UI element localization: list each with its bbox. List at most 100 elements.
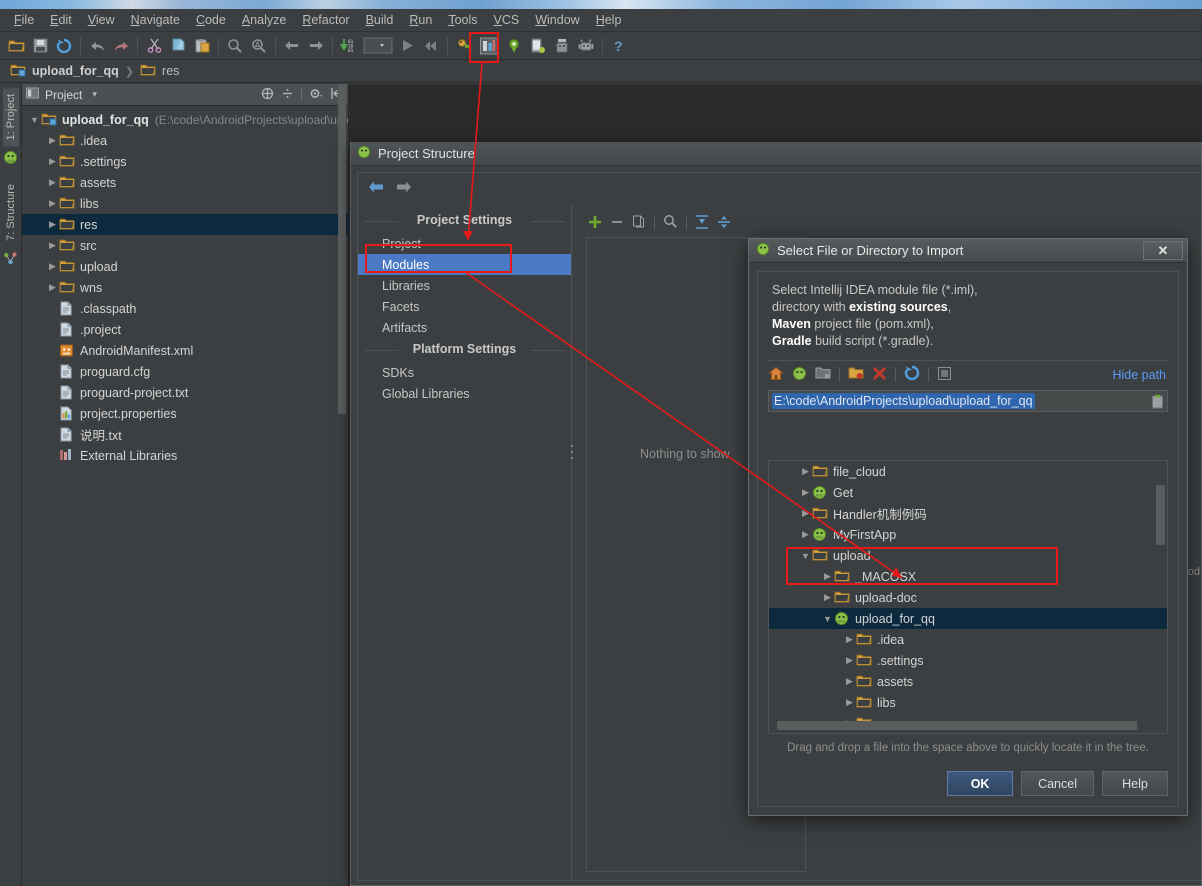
chevron-right-icon[interactable]: ▶ (843, 697, 856, 708)
panel-splitter-handle[interactable] (570, 406, 573, 506)
chevron-down-icon[interactable]: ▼ (799, 551, 812, 561)
close-icon[interactable]: ✕ (1143, 241, 1183, 260)
tree-row[interactable]: ▶ res (22, 214, 348, 235)
chevron-down-icon[interactable]: ▼ (28, 115, 41, 125)
chevron-right-icon[interactable]: ▶ (821, 571, 834, 582)
tree-row[interactable]: proguard.cfg (22, 361, 348, 382)
paste-icon[interactable] (1151, 394, 1164, 412)
menu-item-edit[interactable]: Edit (42, 11, 80, 29)
tree-row-external-libraries[interactable]: External Libraries (22, 445, 348, 466)
tree-row[interactable]: ▶ libs (22, 193, 348, 214)
chevron-right-icon[interactable]: ▶ (821, 592, 834, 603)
expand-all-icon[interactable] (695, 214, 709, 232)
tree-row[interactable]: ▶ .settings (22, 151, 348, 172)
menu-item-view[interactable]: View (80, 11, 123, 29)
chevron-right-icon[interactable]: ▶ (46, 282, 59, 293)
chevron-right-icon[interactable]: ▶ (843, 655, 856, 666)
tree-row[interactable]: ▶ .idea (22, 130, 348, 151)
ok-button[interactable]: OK (947, 771, 1014, 796)
tree-row[interactable]: AndroidManifest.xml (22, 340, 348, 361)
menu-item-window[interactable]: Window (527, 11, 587, 29)
settings-item-libraries[interactable]: Libraries (358, 275, 571, 296)
find-icon[interactable] (663, 214, 678, 232)
menu-item-tools[interactable]: Tools (440, 11, 485, 29)
open-folder-icon[interactable] (4, 34, 28, 58)
back-arrow-icon[interactable] (368, 180, 385, 197)
run-icon[interactable] (395, 34, 419, 58)
chevron-down-icon[interactable]: ▼ (821, 614, 834, 624)
cancel-button[interactable]: Cancel (1021, 771, 1094, 796)
paste-icon[interactable] (190, 34, 214, 58)
file-tree[interactable]: ▶ file_cloud ▶ Get ▶ Handler机制例码 ▶ MyFirstApp ▼ u… (768, 460, 1168, 734)
help-icon[interactable]: ? (607, 34, 631, 58)
rerun-icon[interactable] (419, 34, 443, 58)
chevron-right-icon[interactable]: ▶ (46, 156, 59, 167)
settings-item-project[interactable]: Project (358, 233, 571, 254)
file-tree-row[interactable]: ▶ libs (769, 692, 1167, 713)
sidebar-item-structure[interactable]: 7: Structure (3, 178, 19, 247)
collapse-all-icon[interactable] (281, 87, 294, 103)
file-tree-hscrollbar-thumb[interactable] (777, 721, 1137, 730)
tree-row[interactable]: ▶ wns (22, 277, 348, 298)
chevron-right-icon[interactable]: ▶ (843, 676, 856, 687)
add-plus-icon[interactable] (588, 215, 602, 232)
new-folder-icon[interactable] (848, 366, 864, 383)
menu-item-vcs[interactable]: VCS (486, 11, 528, 29)
undo-icon[interactable] (85, 34, 109, 58)
android-device-icon[interactable] (550, 34, 574, 58)
file-tree-row[interactable]: ▶ .settings (769, 650, 1167, 671)
help-button[interactable]: Help (1102, 771, 1168, 796)
settings-gear-icon[interactable] (309, 87, 323, 103)
menu-item-help[interactable]: Help (588, 11, 630, 29)
menu-item-build[interactable]: Build (358, 11, 402, 29)
settings-item-artifacts[interactable]: Artifacts (358, 317, 571, 338)
copy-icon[interactable] (166, 34, 190, 58)
chevron-right-icon[interactable]: ▶ (46, 135, 59, 146)
find-icon[interactable] (223, 34, 247, 58)
tree-row[interactable]: ▶ src (22, 235, 348, 256)
file-tree-row[interactable]: ▶ MyFirstApp (769, 524, 1167, 545)
tree-row[interactable]: .project (22, 319, 348, 340)
chevron-right-icon[interactable]: ▶ (46, 240, 59, 251)
menu-item-navigate[interactable]: Navigate (123, 11, 188, 29)
refresh-icon[interactable] (904, 365, 920, 384)
chevron-right-icon[interactable]: ▶ (46, 177, 59, 188)
chevron-right-icon[interactable]: ▶ (843, 634, 856, 645)
run-config-dropdown-icon[interactable] (361, 34, 395, 58)
project-tree[interactable]: ▼ upload_for_qq (E:\code\AndroidProjects\u… (22, 106, 348, 886)
chevron-right-icon[interactable]: ▶ (799, 529, 812, 540)
forward-arrow-icon[interactable] (395, 180, 412, 197)
file-tree-row[interactable]: ▶ _MACOSX (769, 566, 1167, 587)
tree-row[interactable]: project.properties (22, 403, 348, 424)
back-icon[interactable] (280, 34, 304, 58)
settings-item-modules[interactable]: Modules (358, 254, 571, 275)
debug-icon[interactable] (452, 34, 476, 58)
project-dir-icon[interactable] (792, 366, 807, 384)
sdk-manager-icon[interactable] (502, 34, 526, 58)
chevron-right-icon[interactable]: ▶ (799, 508, 812, 519)
file-tree-row[interactable]: ▶ assets (769, 671, 1167, 692)
file-tree-row[interactable]: ▶ Get (769, 482, 1167, 503)
home-icon[interactable] (768, 366, 784, 384)
find-structurally-icon[interactable] (247, 34, 271, 58)
copy-icon[interactable] (632, 215, 646, 232)
tree-row-project-root[interactable]: ▼ upload_for_qq (E:\code\AndroidProjects\u… (22, 109, 348, 130)
chevron-right-icon[interactable]: ▶ (46, 261, 59, 272)
breadcrumb-item-res[interactable]: res (136, 62, 183, 80)
file-tree-row[interactable]: ▶ Handler机制例码 (769, 503, 1167, 524)
sidebar-item-project[interactable]: 1: Project (2, 88, 19, 147)
tree-row[interactable]: .classpath (22, 298, 348, 319)
forward-icon[interactable] (304, 34, 328, 58)
file-tree-row[interactable]: ▼ upload (769, 545, 1167, 566)
tree-row[interactable]: ▶ assets (22, 172, 348, 193)
desktop-folder-icon[interactable] (815, 366, 831, 383)
chevron-right-icon[interactable]: ▶ (46, 198, 59, 209)
file-tree-row[interactable]: ▶ file_cloud (769, 461, 1167, 482)
tree-row[interactable]: proguard-project.txt (22, 382, 348, 403)
file-tree-row[interactable]: ▼ upload_for_qq (769, 608, 1167, 629)
chevron-right-icon[interactable]: ▶ (46, 219, 59, 230)
settings-item-facets[interactable]: Facets (358, 296, 571, 317)
breadcrumb-item-upload_for_qq[interactable]: upload_for_qq (6, 62, 123, 80)
chevron-down-icon[interactable]: ▾ (92, 89, 97, 100)
save-all-icon[interactable] (28, 34, 52, 58)
